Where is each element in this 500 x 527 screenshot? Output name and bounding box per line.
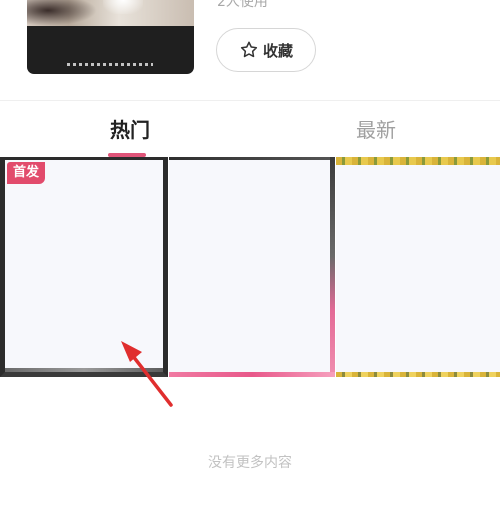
favorite-button[interactable]: 收藏 (216, 28, 316, 72)
usage-count: 2人使用 (217, 0, 268, 10)
template-card-1[interactable]: 首发 (0, 157, 168, 377)
template-card-2[interactable] (169, 157, 335, 377)
star-outline-icon (240, 41, 258, 58)
no-more-content-text: 没有更多内容 (208, 455, 292, 471)
template-cover-image[interactable] (27, 0, 194, 74)
first-release-badge: 首发 (7, 162, 45, 184)
template-header: 2人使用 收藏 (0, 0, 500, 100)
favorite-label: 收藏 (262, 41, 293, 60)
cover-caption (67, 63, 153, 66)
section-divider (0, 100, 500, 101)
template-card-3[interactable] (336, 157, 500, 377)
tab-new[interactable]: 最新 (341, 116, 411, 144)
tab-hot[interactable]: 热门 (95, 116, 165, 144)
